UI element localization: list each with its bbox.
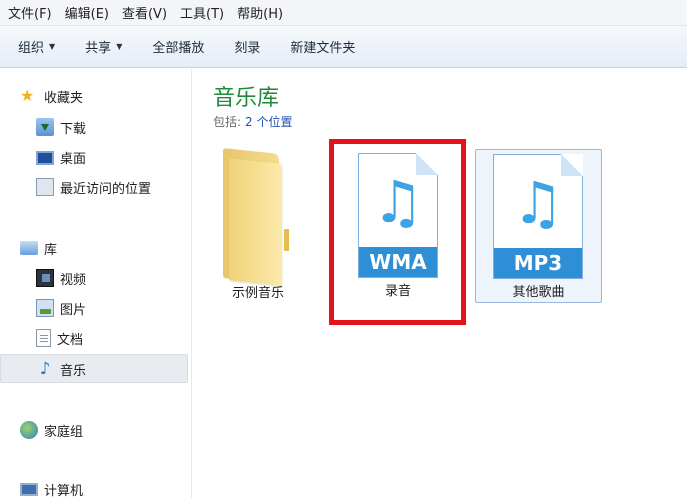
chevron-down-icon: ▼ xyxy=(116,42,123,51)
chevron-down-icon: ▼ xyxy=(49,42,56,51)
sidebar-item-label: 家庭组 xyxy=(44,424,84,440)
sidebar-item-libraries[interactable]: 库 xyxy=(20,235,57,261)
folder-tab xyxy=(284,229,289,251)
navigation-pane: ★ 收藏夹 下载 桌面 最近访问的位置 库 视频 图片 文档 ♪ 音乐 家庭组 … xyxy=(0,69,192,498)
sidebar-item-label: 下载 xyxy=(60,121,87,137)
sidebar-item-label: 库 xyxy=(44,242,58,258)
menu-tools[interactable]: 工具(T) xyxy=(180,3,224,22)
file-tile-other-songs[interactable]: ♫ MP3 其他歌曲 xyxy=(475,149,602,303)
desktop-icon xyxy=(36,151,54,165)
content-pane: 音乐库 包括: 2 个位置 示例音乐 ♫ WMA 录音 ♫ MP3 其他歌曲 xyxy=(193,69,687,498)
share-button[interactable]: 共享 ▼ xyxy=(85,37,122,56)
sidebar-item-computer[interactable]: 计算机 xyxy=(20,476,83,498)
mp3-file-icon: ♫ MP3 xyxy=(493,154,583,279)
star-icon: ★ xyxy=(20,86,35,105)
homegroup-icon xyxy=(20,421,38,439)
file-label: 示例音乐 xyxy=(231,286,284,301)
menu-view[interactable]: 查看(V) xyxy=(122,3,167,22)
document-icon xyxy=(36,329,51,347)
menu-file[interactable]: 文件(F) xyxy=(8,3,52,22)
video-icon xyxy=(36,269,54,287)
sidebar-item-label: 最近访问的位置 xyxy=(60,181,152,197)
menu-bar: 文件(F) 编辑(E) 查看(V) 工具(T) 帮助(H) xyxy=(0,0,687,26)
new-folder-button[interactable]: 新建文件夹 xyxy=(290,37,355,56)
music-notes-icon: ♫ xyxy=(512,169,564,237)
sidebar-item-pictures[interactable]: 图片 xyxy=(36,295,86,321)
sidebar-item-label: 收藏夹 xyxy=(44,90,84,106)
sidebar-item-videos[interactable]: 视频 xyxy=(36,265,86,291)
recent-places-icon xyxy=(36,178,54,196)
share-label: 共享 xyxy=(85,41,112,56)
download-folder-icon xyxy=(36,118,54,136)
sidebar-item-documents[interactable]: 文档 xyxy=(36,325,83,351)
file-label: 其他歌曲 xyxy=(512,285,565,300)
computer-icon xyxy=(20,483,38,496)
sidebar-item-recent[interactable]: 最近访问的位置 xyxy=(36,174,151,200)
picture-icon xyxy=(36,299,54,317)
sidebar-item-label: 音乐 xyxy=(60,363,87,379)
play-all-button[interactable]: 全部播放 xyxy=(152,37,204,56)
menu-edit[interactable]: 编辑(E) xyxy=(65,3,109,22)
selected-highlight xyxy=(0,354,188,383)
library-icon xyxy=(20,241,38,255)
sidebar-item-homegroup[interactable]: 家庭组 xyxy=(20,417,83,443)
sidebar-item-label: 图片 xyxy=(60,302,87,318)
sidebar-item-favorites[interactable]: ★ 收藏夹 xyxy=(20,83,83,109)
sidebar-item-label: 视频 xyxy=(60,272,87,288)
sidebar-item-label: 文档 xyxy=(57,332,84,348)
annotation-highlight-box xyxy=(329,139,466,325)
organize-button[interactable]: 组织 ▼ xyxy=(18,37,55,56)
folder-front-panel xyxy=(229,158,281,286)
file-type-badge: MP3 xyxy=(494,248,582,278)
burn-button[interactable]: 刻录 xyxy=(234,37,260,56)
organize-label: 组织 xyxy=(18,41,45,56)
sidebar-item-label: 计算机 xyxy=(44,483,84,498)
music-note-icon: ♪ xyxy=(39,359,51,379)
sidebar-item-label: 桌面 xyxy=(60,151,87,167)
sidebar-item-music[interactable]: ♪ 音乐 xyxy=(36,356,86,382)
sidebar-item-desktop[interactable]: 桌面 xyxy=(36,144,86,170)
folder-tile-sample-music[interactable]: 示例音乐 xyxy=(193,69,323,319)
command-bar: 组织 ▼ 共享 ▼ 全部播放 刻录 新建文件夹 xyxy=(0,26,687,68)
menu-help[interactable]: 帮助(H) xyxy=(237,3,283,22)
sidebar-item-downloads[interactable]: 下载 xyxy=(36,114,86,140)
